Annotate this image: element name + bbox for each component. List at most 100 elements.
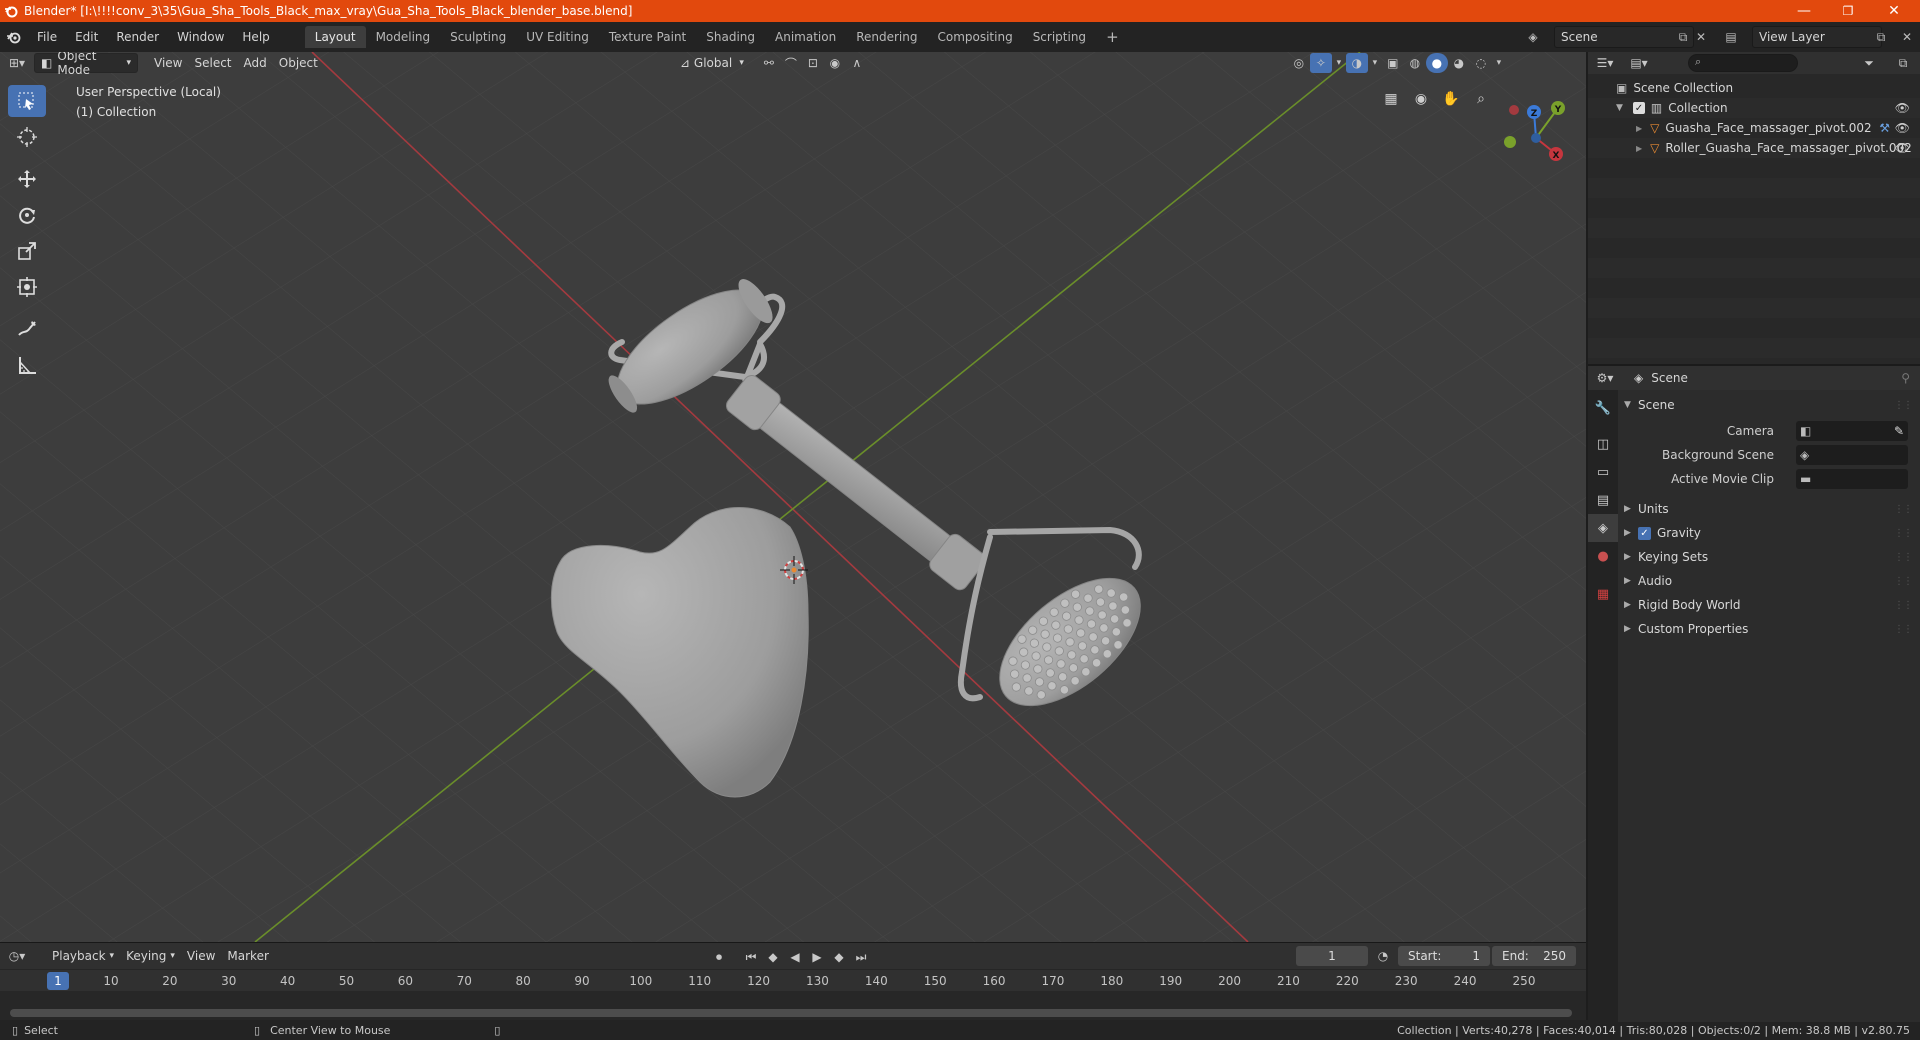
outliner-search-input[interactable]: ⌕: [1688, 54, 1798, 72]
texture-tab-icon[interactable]: ▦: [1588, 580, 1618, 608]
tab-rendering[interactable]: Rendering: [846, 26, 927, 48]
outliner-editor-type-icon[interactable]: ☰▾: [1588, 53, 1622, 73]
pin-icon[interactable]: ⚲: [1901, 371, 1910, 385]
minimize-button[interactable]: —: [1782, 0, 1826, 22]
camera-field[interactable]: ◧ ✎: [1796, 421, 1908, 441]
snap-icon[interactable]: ⌒: [780, 53, 802, 73]
camera-view-icon[interactable]: ◉: [1408, 86, 1434, 112]
outliner-row-roller[interactable]: ▶ ▽ Roller_Guasha_Face_massager_pivot.00…: [1588, 138, 1920, 158]
annotate-tool-icon[interactable]: [8, 313, 46, 345]
tab-modeling[interactable]: Modeling: [366, 26, 441, 48]
menu-help[interactable]: Help: [233, 22, 278, 52]
filter-icon[interactable]: ⏷: [1858, 53, 1880, 73]
play-reverse-icon[interactable]: ◀: [786, 947, 804, 967]
cursor-tool-icon[interactable]: [8, 121, 46, 153]
active-movie-clip-field[interactable]: ▬: [1796, 469, 1908, 489]
chevron-down-icon[interactable]: ▾: [1368, 53, 1382, 73]
overlay-toggle-icon[interactable]: ◑: [1345, 53, 1368, 73]
menu-render[interactable]: Render: [107, 22, 168, 52]
drag-handle-icon[interactable]: ⋮⋮: [1894, 576, 1913, 587]
select-box-tool-icon[interactable]: [8, 85, 46, 117]
pan-hand-icon[interactable]: ✋: [1438, 86, 1464, 112]
tab-shading[interactable]: Shading: [696, 26, 765, 48]
menu-file[interactable]: File: [28, 22, 66, 52]
visibility-icon[interactable]: ◎: [1288, 53, 1310, 73]
rendered-shading-icon[interactable]: ◌: [1470, 53, 1492, 73]
tab-layout[interactable]: Layout: [304, 26, 366, 48]
outliner-row-scene-collection[interactable]: ▣ Scene Collection: [1588, 78, 1920, 98]
navigation-gizmo[interactable]: Y Z X: [1498, 94, 1578, 174]
drag-handle-icon[interactable]: ⋮⋮: [1894, 624, 1913, 635]
eye-icon[interactable]: 👁: [1895, 121, 1910, 135]
scene-delete-icon[interactable]: ✕: [1692, 28, 1710, 46]
tab-animation[interactable]: Animation: [765, 26, 846, 48]
timeline-editor-type-icon[interactable]: ◷▾: [0, 946, 34, 966]
tool-tab-icon[interactable]: 🔧: [1588, 394, 1618, 422]
blender-menu-icon[interactable]: [0, 30, 28, 44]
timeline-menu-marker[interactable]: Marker: [221, 946, 274, 966]
start-frame-field[interactable]: Start: 1: [1398, 946, 1490, 966]
chevron-down-icon[interactable]: ▾: [1332, 53, 1346, 73]
drag-handle-icon[interactable]: ⋮⋮: [1894, 400, 1913, 411]
jump-end-icon[interactable]: ⏭: [852, 947, 870, 967]
transform-orientation-selector[interactable]: ⊿ Global ▾: [674, 53, 750, 73]
expand-arrow-icon[interactable]: ▼: [1616, 103, 1623, 113]
current-frame-field[interactable]: 1: [1296, 946, 1368, 966]
eye-icon[interactable]: 👁: [1895, 141, 1910, 155]
snap-target-icon[interactable]: ⊡: [802, 53, 824, 73]
material-shading-icon[interactable]: ◕: [1448, 53, 1470, 73]
panel-audio-header[interactable]: ▶ Audio ⋮⋮: [1624, 570, 1914, 592]
3d-viewport[interactable]: ⊞▾ ◧ Object Mode ▾ View Select Add Objec…: [0, 52, 1586, 942]
outliner-row-collection[interactable]: ▼ ✓ ▥ Collection 👁: [1588, 98, 1920, 118]
viewport-menu-add[interactable]: Add: [238, 53, 273, 73]
new-collection-icon[interactable]: ⧉: [1892, 53, 1914, 73]
outliner-row-guasha[interactable]: ▶ ▽ Guasha_Face_massager_pivot.002 ⚒ 👁: [1588, 118, 1920, 138]
solid-shading-icon[interactable]: ●: [1425, 53, 1448, 73]
pivot-point-icon[interactable]: ⚯: [758, 53, 780, 73]
play-icon[interactable]: ▶: [808, 947, 826, 967]
frame-ruler[interactable]: 1 10 20 30 40 50 60 70 80 90 100 110 120 130 140 150 160…: [0, 969, 1586, 1022]
eye-icon[interactable]: 👁: [1895, 101, 1910, 115]
current-frame-indicator[interactable]: 1: [47, 972, 69, 990]
timeline-scrollbar[interactable]: [10, 1009, 1572, 1017]
expand-arrow-icon[interactable]: ▶: [1636, 124, 1642, 133]
menu-window[interactable]: Window: [168, 22, 233, 52]
timeline-menu-view[interactable]: View: [181, 946, 221, 966]
display-mode-icon[interactable]: ▤▾: [1622, 53, 1656, 73]
scene-browse-icon[interactable]: ◈: [1524, 28, 1542, 46]
restore-button[interactable]: ❐: [1826, 0, 1870, 22]
scene-tab-icon[interactable]: ◈: [1588, 514, 1618, 542]
panel-rigid-body-world-header[interactable]: ▶ Rigid Body World ⋮⋮: [1624, 594, 1914, 616]
jump-start-icon[interactable]: ⏮: [742, 947, 760, 967]
next-keyframe-icon[interactable]: ◆: [830, 947, 848, 967]
view-layer-tab-icon[interactable]: ▤: [1588, 486, 1618, 514]
add-workspace-button[interactable]: +: [1096, 26, 1129, 48]
panel-scene-header[interactable]: ▼ Scene ⋮⋮: [1624, 394, 1914, 416]
panel-keying-sets-header[interactable]: ▶ Keying Sets ⋮⋮: [1624, 546, 1914, 568]
properties-editor-type-icon[interactable]: ⚙▾: [1588, 368, 1622, 388]
mode-selector[interactable]: ◧ Object Mode ▾: [34, 52, 138, 77]
modifier-wrench-icon[interactable]: ⚒: [1879, 121, 1890, 135]
gizmo-neg-x[interactable]: [1509, 105, 1519, 115]
drag-handle-icon[interactable]: ⋮⋮: [1894, 552, 1913, 563]
panel-units-header[interactable]: ▶ Units ⋮⋮: [1624, 498, 1914, 520]
output-tab-icon[interactable]: ▭: [1588, 458, 1618, 486]
preview-range-icon[interactable]: ◔: [1372, 946, 1394, 966]
tab-texture-paint[interactable]: Texture Paint: [599, 26, 696, 48]
render-tab-icon[interactable]: ◫: [1588, 430, 1618, 458]
panel-custom-properties-header[interactable]: ▶ Custom Properties ⋮⋮: [1624, 618, 1914, 640]
viewport-menu-select[interactable]: Select: [188, 53, 237, 73]
view-layer-delete-icon[interactable]: ✕: [1898, 28, 1916, 46]
wireframe-shading-icon[interactable]: ◍: [1404, 53, 1426, 73]
chevron-down-icon[interactable]: ▾: [1492, 53, 1506, 73]
close-button[interactable]: ✕: [1872, 0, 1916, 22]
view-layer-browse-icon[interactable]: ▤: [1722, 28, 1740, 46]
end-frame-field[interactable]: End: 250: [1492, 946, 1576, 966]
proportional-edit-icon[interactable]: ◉: [824, 53, 846, 73]
tab-scripting[interactable]: Scripting: [1023, 26, 1096, 48]
world-tab-icon[interactable]: ●: [1588, 542, 1618, 570]
drag-handle-icon[interactable]: ⋮⋮: [1894, 528, 1913, 539]
measure-tool-icon[interactable]: [8, 349, 46, 381]
panel-gravity-header[interactable]: ▶ ✓ Gravity ⋮⋮: [1624, 522, 1914, 544]
tab-compositing[interactable]: Compositing: [927, 26, 1022, 48]
